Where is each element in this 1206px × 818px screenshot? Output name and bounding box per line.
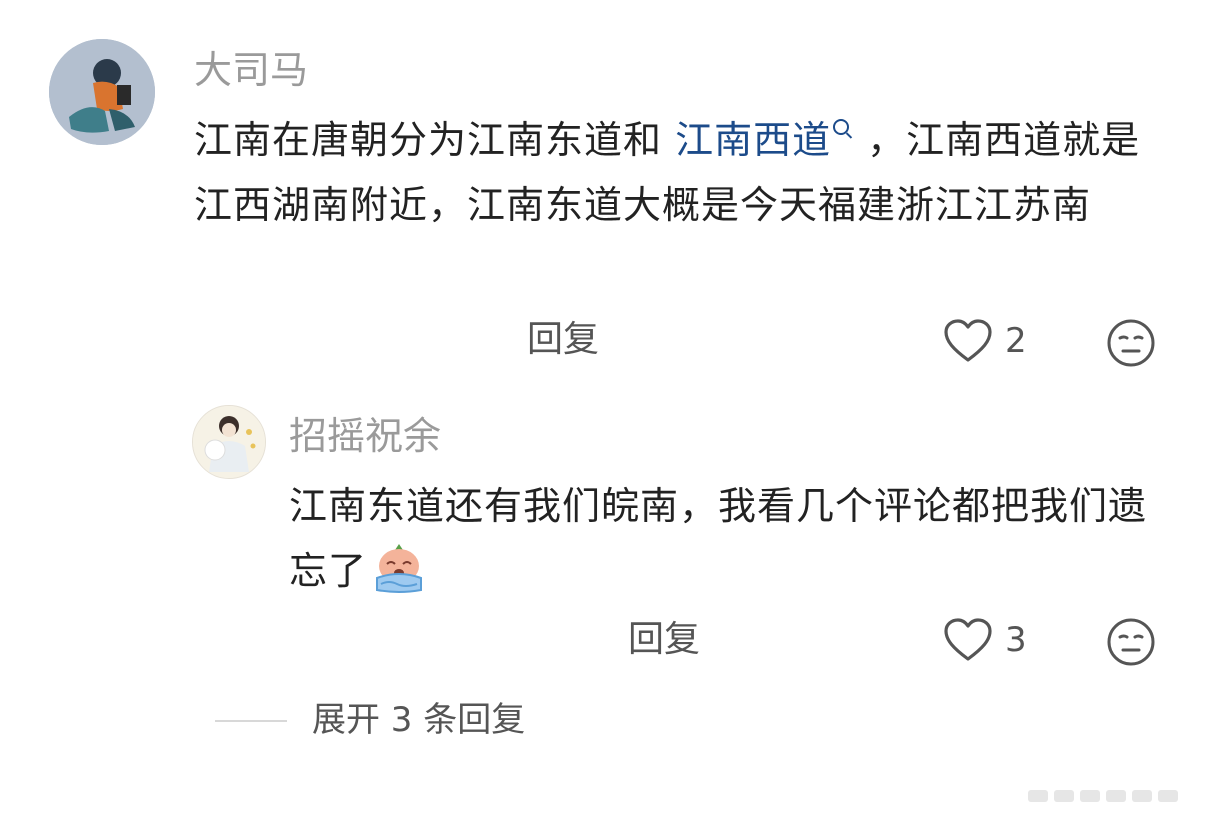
comment-text: 江南在唐朝分为江南东道和 江南西道 ，江南西道就是江西湖南附近，江南东道大概是今天… bbox=[194, 108, 1169, 238]
topic-link[interactable]: 江南西道 bbox=[675, 118, 831, 162]
comment-thread: 大司马 江南在唐朝分为江南东道和 江南西道 ，江南西道就是江西湖南附近，江南东道大… bbox=[0, 0, 1206, 818]
avatar-illustration-icon bbox=[49, 39, 155, 145]
like-count: 3 bbox=[1005, 620, 1027, 660]
comment-text-part: 江南在唐朝分为江南东道和 bbox=[194, 118, 676, 162]
scroll-indicator bbox=[1028, 790, 1198, 802]
like-button[interactable]: 3 bbox=[943, 617, 1027, 663]
reply-button[interactable]: 回复 bbox=[527, 320, 599, 360]
username[interactable]: 大司马 bbox=[194, 48, 308, 92]
like-button[interactable]: 2 bbox=[943, 318, 1027, 364]
reply-avatar[interactable] bbox=[192, 405, 266, 479]
emoji-face-icon[interactable] bbox=[1106, 617, 1156, 667]
heart-icon bbox=[944, 319, 992, 362]
reply-button[interactable]: 回复 bbox=[628, 620, 700, 660]
reply-username[interactable]: 招摇祝余 bbox=[289, 414, 441, 458]
emoji-face-icon[interactable] bbox=[1106, 318, 1156, 368]
reply-text: 江南东道还有我们皖南，我看几个评论都把我们遗忘了 bbox=[289, 474, 1159, 604]
avatar-illustration-icon bbox=[193, 406, 265, 478]
heart-icon bbox=[944, 618, 992, 661]
divider bbox=[215, 720, 287, 722]
crying-emoji-icon bbox=[371, 540, 427, 594]
avatar[interactable] bbox=[49, 39, 155, 145]
expand-replies-button[interactable]: 展开 3 条回复 bbox=[312, 700, 525, 740]
like-count: 2 bbox=[1005, 321, 1027, 361]
search-icon[interactable] bbox=[833, 119, 850, 135]
